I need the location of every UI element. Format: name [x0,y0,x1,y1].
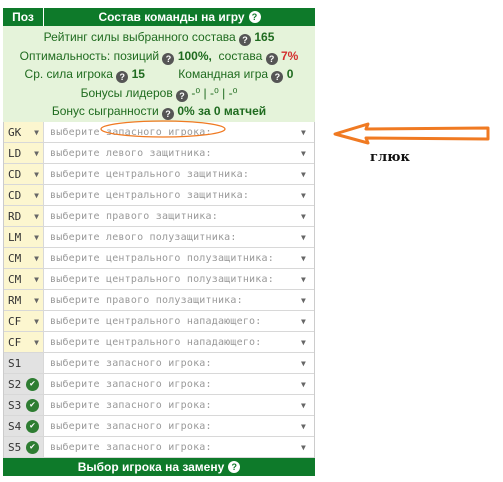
highlight-circle [100,120,226,138]
annotation-overlay [100,120,490,145]
glitch-annotation-label: глюк [370,150,410,165]
left-arrow-icon [333,122,490,145]
